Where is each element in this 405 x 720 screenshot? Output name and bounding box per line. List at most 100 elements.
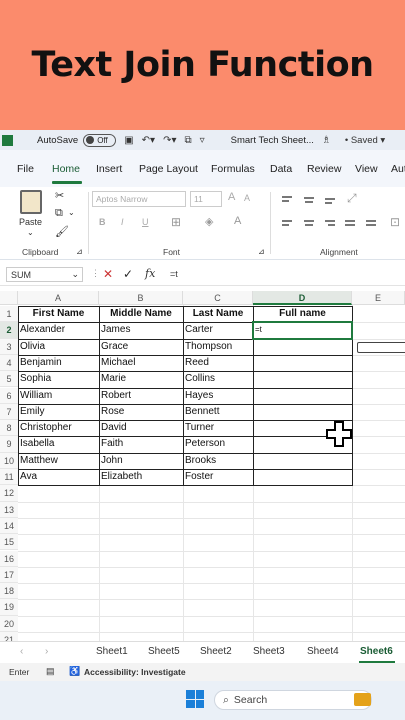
paste-dropdown-icon[interactable]: ⌄ <box>27 228 34 237</box>
select-all-corner[interactable] <box>0 291 18 305</box>
table-cell[interactable]: John <box>99 453 183 469</box>
row-header[interactable]: 15 <box>0 534 18 551</box>
table-cell[interactable]: Grace <box>99 339 183 355</box>
sheet-tab-sheet3[interactable]: Sheet3 <box>253 646 285 657</box>
cut-icon[interactable]: ✂ <box>55 189 64 202</box>
table-cell[interactable]: Hayes <box>183 388 253 404</box>
table-header-cell[interactable]: Middle Name <box>99 306 183 322</box>
tab-data[interactable]: Data <box>270 163 292 175</box>
screenshot-icon[interactable]: ⧉ <box>184 135 191 146</box>
table-cell[interactable] <box>253 339 352 355</box>
row-header[interactable]: 14 <box>0 517 18 535</box>
save-icon[interactable]: ▣ <box>124 135 133 146</box>
row-header[interactable]: 7 <box>0 403 18 421</box>
table-cell[interactable]: David <box>99 420 183 436</box>
font-color-icon[interactable]: A <box>234 215 241 227</box>
table-cell[interactable]: Michael <box>99 355 183 371</box>
table-cell[interactable]: Benjamin <box>18 355 99 371</box>
more-options-icon[interactable]: ⋮ <box>91 268 100 279</box>
row-header[interactable]: 2 <box>0 322 18 339</box>
row-header[interactable]: 18 <box>0 583 18 600</box>
clipboard-launcher-icon[interactable]: ⊿ <box>76 247 83 256</box>
copy-dropdown-icon[interactable]: ⌄ <box>68 208 75 217</box>
macro-icon[interactable]: ▤ <box>46 666 55 677</box>
table-cell[interactable]: Sophia <box>18 371 99 387</box>
table-cell[interactable]: Faith <box>99 436 183 452</box>
tab-page-layout[interactable]: Page Layout <box>139 163 198 175</box>
name-box-dropdown-icon[interactable]: ⌄ <box>71 269 79 280</box>
table-cell[interactable]: Christopher <box>18 420 99 436</box>
store-icon[interactable] <box>354 693 371 706</box>
undo-icon[interactable]: ↶▾ <box>142 135 155 146</box>
table-cell[interactable]: Marie <box>99 371 183 387</box>
document-title[interactable]: Smart Tech Sheet... <box>231 135 314 146</box>
enter-formula-icon[interactable]: ✓ <box>123 267 133 281</box>
row-header[interactable]: 16 <box>0 550 18 567</box>
row-header[interactable]: 11 <box>0 469 18 486</box>
accessibility-icon[interactable]: ♿ <box>69 666 80 677</box>
customize-toolbar-icon[interactable]: ▿ <box>200 135 205 146</box>
borders-icon[interactable]: ⊞ <box>171 215 181 229</box>
row-header[interactable]: 8 <box>0 420 18 437</box>
table-cell[interactable]: Olivia <box>18 339 99 355</box>
table-cell[interactable]: Collins <box>183 371 253 387</box>
font-launcher-icon[interactable]: ⊿ <box>258 247 265 256</box>
row-header[interactable]: 3 <box>0 338 18 355</box>
table-header-cell[interactable]: Full name <box>253 306 352 322</box>
row-header[interactable]: 9 <box>0 436 18 453</box>
tab-view[interactable]: View <box>355 163 378 175</box>
table-cell[interactable]: Peterson <box>183 436 253 452</box>
copy-icon[interactable]: ⧉ <box>55 207 63 220</box>
row-header[interactable]: 20 <box>0 615 18 632</box>
sheet-tab-sheet6[interactable]: Sheet6 <box>360 646 393 657</box>
table-cell[interactable]: Alexander <box>18 322 99 338</box>
table-header-cell[interactable]: First Name <box>18 306 99 322</box>
row-header[interactable]: 17 <box>0 566 18 584</box>
increase-font-icon[interactable]: A <box>228 191 235 203</box>
row-header[interactable]: 21 <box>0 632 18 641</box>
autosave-toggle[interactable]: Off <box>83 133 117 147</box>
tab-file[interactable]: File <box>17 163 34 175</box>
underline-button[interactable]: U <box>142 217 149 227</box>
row-header[interactable]: 1 <box>0 306 18 323</box>
column-header-a[interactable]: A <box>18 291 99 305</box>
table-cell[interactable]: Brooks <box>183 453 253 469</box>
merge-center-icon[interactable]: ⊡ <box>390 215 400 229</box>
row-header[interactable]: 10 <box>0 452 18 469</box>
doc-sync-icon[interactable]: ♗ <box>322 135 331 146</box>
italic-button[interactable]: I <box>121 217 124 227</box>
table-cell[interactable]: Carter <box>183 322 253 338</box>
table-cell[interactable]: Matthew <box>18 453 99 469</box>
taskbar-search[interactable]: ⌕ Search <box>214 690 372 710</box>
table-cell[interactable] <box>253 355 352 371</box>
sheet-tab-sheet1[interactable]: Sheet1 <box>96 646 128 657</box>
table-cell[interactable]: Bennett <box>183 404 253 420</box>
row-header[interactable]: 12 <box>0 485 18 502</box>
tab-home[interactable]: Home <box>52 163 80 175</box>
table-cell[interactable] <box>253 453 352 469</box>
tab-review[interactable]: Review <box>307 163 341 175</box>
font-size-select[interactable]: 11 <box>190 191 222 207</box>
column-header-d[interactable]: D <box>253 291 352 305</box>
tab-formulas[interactable]: Formulas <box>211 163 255 175</box>
prev-sheet-icon[interactable]: ‹ <box>20 646 23 657</box>
table-cell[interactable]: Emily <box>18 404 99 420</box>
table-header-cell[interactable]: Last Name <box>183 306 253 322</box>
table-cell[interactable]: William <box>18 388 99 404</box>
row-header[interactable]: 6 <box>0 387 18 404</box>
table-cell[interactable]: Rose <box>99 404 183 420</box>
accessibility-status[interactable]: Accessibility: Investigate <box>84 667 186 677</box>
bold-button[interactable]: B <box>99 217 106 227</box>
paste-icon[interactable] <box>20 190 42 214</box>
table-cell[interactable] <box>253 404 352 420</box>
sheet-tab-sheet4[interactable]: Sheet4 <box>307 646 339 657</box>
paste-label[interactable]: Paste <box>19 217 42 227</box>
table-cell[interactable] <box>253 388 352 404</box>
sheet-tab-sheet2[interactable]: Sheet2 <box>200 646 232 657</box>
cancel-formula-icon[interactable]: ✕ <box>103 267 113 281</box>
table-cell[interactable]: Robert <box>99 388 183 404</box>
column-header-e[interactable]: E <box>352 291 405 305</box>
redo-icon[interactable]: ↷▾ <box>163 135 176 146</box>
table-cell[interactable]: Thompson <box>183 339 253 355</box>
windows-start-icon[interactable] <box>186 690 204 708</box>
